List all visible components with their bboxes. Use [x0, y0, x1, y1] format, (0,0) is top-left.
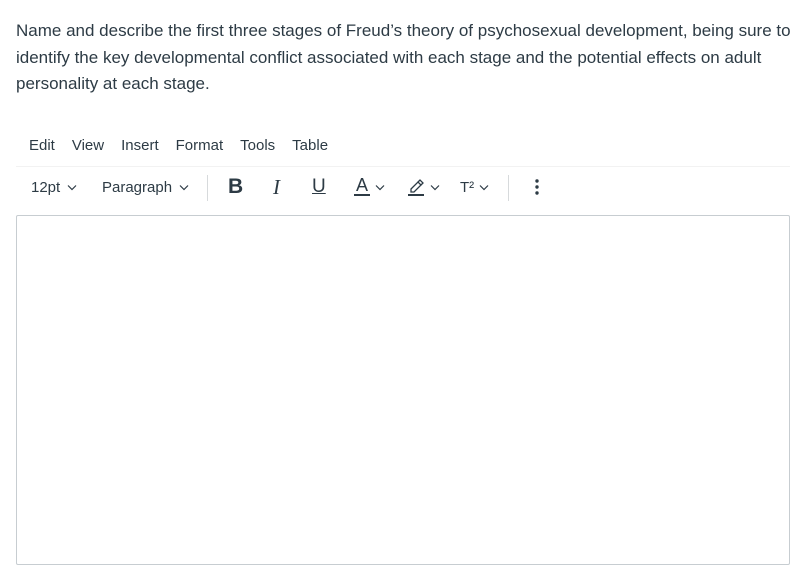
- more-options-button[interactable]: [530, 172, 544, 202]
- highlighter-icon: [407, 176, 425, 198]
- quiz-question-page: Name and describe the first three stages…: [0, 0, 807, 581]
- font-size-dropdown[interactable]: 12pt: [31, 172, 78, 202]
- superscript-button[interactable]: T²: [460, 172, 490, 202]
- editor-toolbar: 12pt Paragraph B I U A T²: [16, 172, 790, 202]
- chevron-down-icon: [429, 181, 441, 193]
- bold-icon: B: [228, 175, 244, 198]
- block-format-value: Paragraph: [102, 178, 173, 196]
- menu-table[interactable]: Table: [283, 133, 336, 158]
- toolbar-separator: [207, 175, 208, 201]
- menubar-divider: [16, 166, 790, 167]
- chevron-down-icon: [178, 181, 190, 193]
- chevron-down-icon: [66, 181, 78, 193]
- underline-icon: U: [312, 176, 326, 197]
- bold-button[interactable]: B: [228, 172, 243, 202]
- menu-insert[interactable]: Insert: [112, 133, 167, 158]
- block-format-dropdown[interactable]: Paragraph: [102, 172, 190, 202]
- menu-edit[interactable]: Edit: [20, 133, 63, 158]
- italic-button[interactable]: I: [273, 172, 280, 202]
- chevron-down-icon: [478, 181, 490, 193]
- underline-button[interactable]: U: [312, 172, 326, 202]
- rich-text-editor-area[interactable]: [16, 215, 790, 565]
- font-size-value: 12pt: [31, 178, 61, 196]
- editor-menubar: Edit View Insert Format Tools Table: [20, 132, 336, 158]
- chevron-down-icon: [374, 181, 386, 193]
- toolbar-separator: [508, 175, 509, 201]
- superscript-icon: T²: [460, 178, 475, 196]
- menu-view[interactable]: View: [63, 133, 112, 158]
- more-vertical-icon: [530, 176, 544, 198]
- question-text: Name and describe the first three stages…: [16, 21, 791, 93]
- text-color-icon: A: [354, 175, 370, 196]
- text-color-button[interactable]: A: [354, 172, 386, 202]
- menu-format[interactable]: Format: [167, 133, 232, 158]
- italic-icon: I: [273, 174, 280, 199]
- menu-tools[interactable]: Tools: [231, 133, 283, 158]
- highlight-color-button[interactable]: [407, 172, 441, 202]
